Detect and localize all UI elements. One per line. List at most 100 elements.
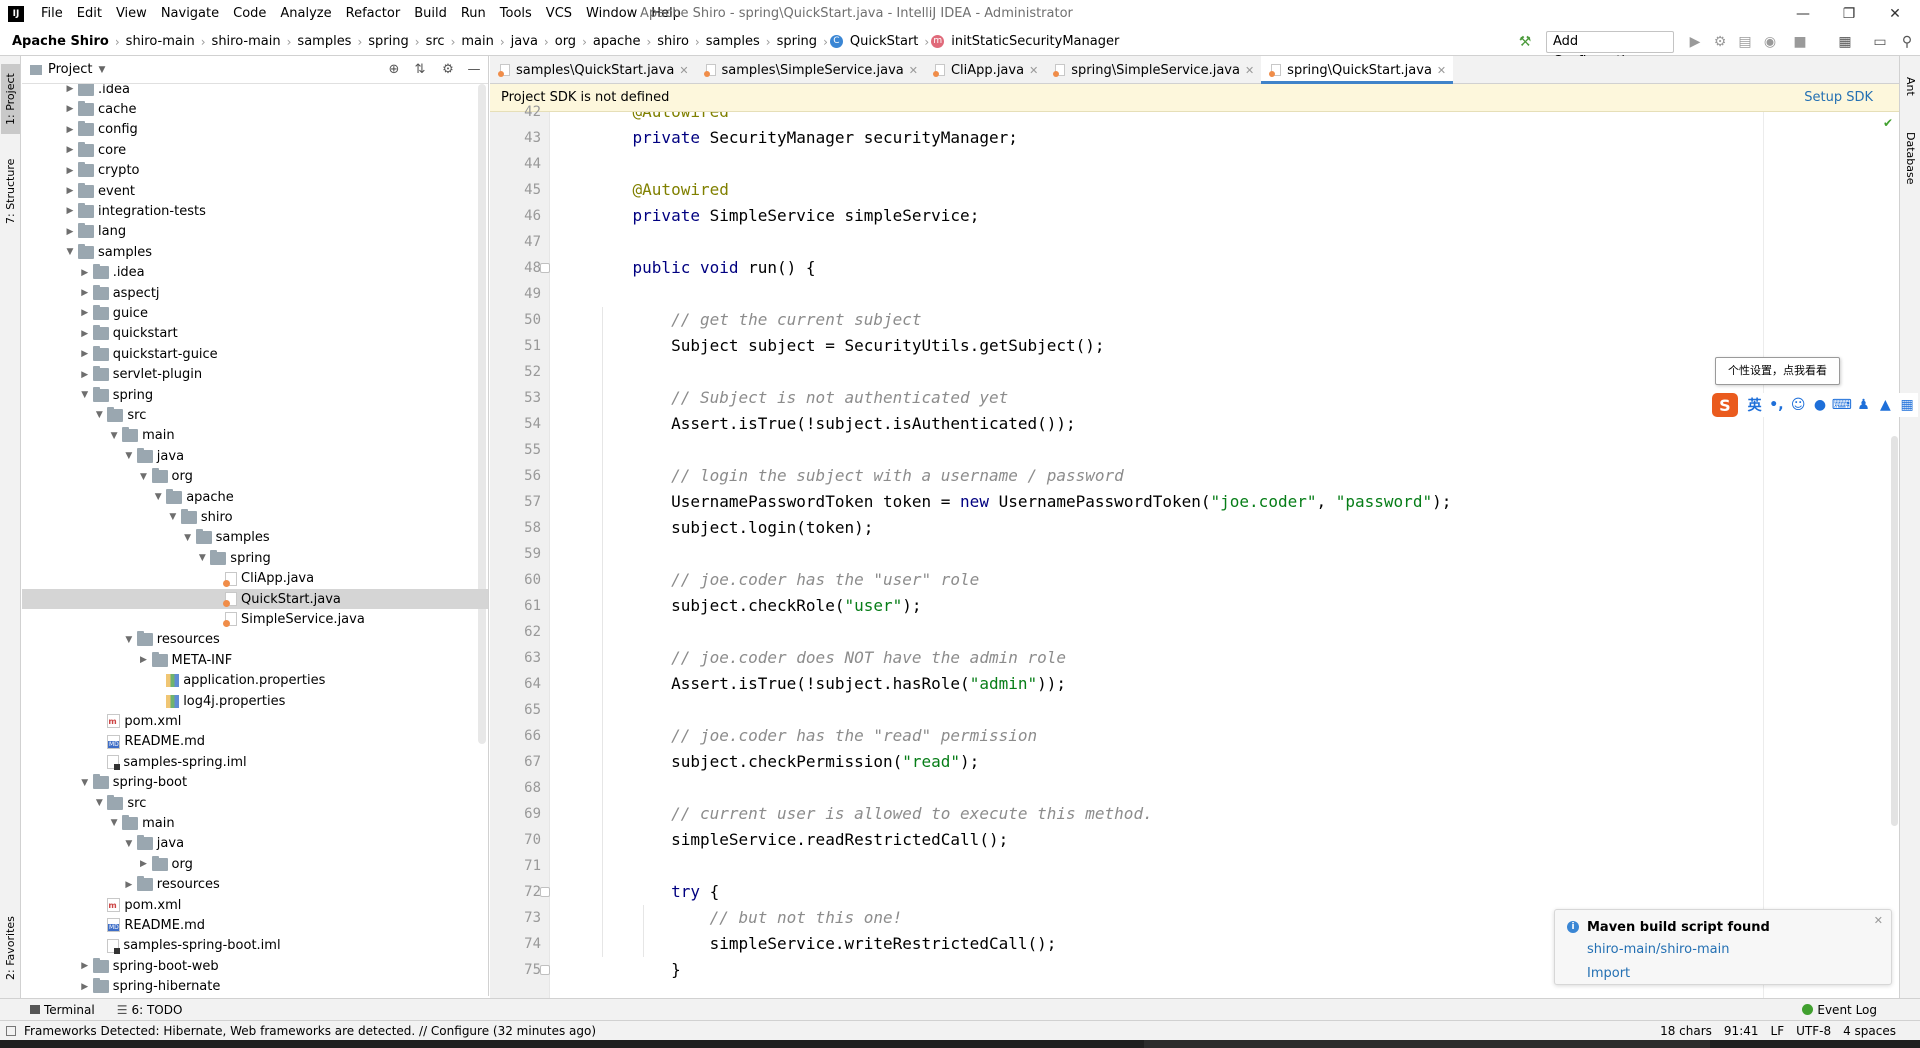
project-panel-title[interactable]: Project [48,62,92,77]
stop-icon[interactable]: ■ [1790,32,1810,52]
code-line[interactable]: subject.checkPermission("read"); [594,749,1894,775]
chevron-down-icon[interactable]: ▼ [121,451,137,461]
microphone-icon[interactable]: ● [1809,397,1831,413]
chevron-down-icon[interactable]: ▼ [165,512,181,522]
code-line[interactable]: // joe.coder has the "user" role [594,567,1894,593]
chevron-down-icon[interactable]: ▼ [106,818,122,828]
tree-item[interactable]: ▼ src [22,793,488,813]
tree-item[interactable]: ▼ resources [22,630,488,650]
tree-item[interactable]: ▶ .idea [22,263,488,283]
breadcrumb-item[interactable]: initStaticSecurityManager [947,34,1123,49]
line-separator[interactable]: LF [1771,1024,1785,1038]
code-line[interactable] [594,853,1894,879]
maximize-button[interactable]: ❐ [1826,0,1872,28]
tab-ant[interactable]: Ant [1902,66,1919,106]
run-icon[interactable]: ▶ [1685,32,1705,52]
tree-item[interactable]: pom.xml [22,711,488,731]
editor-tab[interactable]: samples\SimpleService.java ✕ [696,56,925,84]
chevron-right-icon[interactable]: ▶ [77,268,93,278]
chevron-right-icon[interactable]: ▶ [136,655,152,665]
grid-menu-icon[interactable]: ▦ [1896,397,1918,413]
tree-item[interactable]: ▼ main [22,813,488,833]
chevron-down-icon[interactable]: ▼ [136,472,152,482]
menu-refactor[interactable]: Refactor [339,0,408,28]
tree-item[interactable]: ▼ java [22,834,488,854]
close-window-button[interactable]: ✕ [1872,0,1918,28]
breadcrumb-item[interactable]: main [457,34,497,49]
chevron-down-icon[interactable]: ▼ [98,65,105,75]
editor-scrollbar[interactable] [1891,436,1898,826]
tree-item[interactable]: ▶ servlet-plugin [22,365,488,385]
close-icon[interactable]: ✕ [1874,914,1883,927]
breadcrumb-item[interactable]: java [507,34,542,49]
tab-database[interactable]: Database [1902,121,1919,196]
menu-edit[interactable]: Edit [70,0,109,28]
menu-vcs[interactable]: VCS [539,0,579,28]
chevron-right-icon[interactable]: ▶ [77,329,93,339]
breadcrumb-item[interactable]: samples [702,34,764,49]
tree-item[interactable]: ▶ cache [22,99,488,119]
profile-icon[interactable]: ◉ [1760,32,1780,52]
chevron-down-icon[interactable]: ▼ [77,778,93,788]
menu-analyze[interactable]: Analyze [273,0,338,28]
tab-event-log[interactable]: Event Log [1817,1003,1877,1017]
breadcrumb-item[interactable]: shiro-main [122,34,199,49]
toggle-view-icon[interactable]: ▭ [1870,32,1890,52]
tree-item[interactable]: ▼ samples [22,528,488,548]
tree-item[interactable]: ▶ spring-hibernate [22,977,488,996]
coverage-icon[interactable]: ▤ [1735,32,1755,52]
skin-icon[interactable]: ▲ [1874,397,1896,413]
breadcrumb-item[interactable]: src [422,34,449,49]
fold-marker-icon[interactable] [540,263,550,273]
close-tab-icon[interactable]: ✕ [1029,64,1038,77]
code-line[interactable] [594,619,1894,645]
menu-window[interactable]: Window [579,0,644,28]
tree-item[interactable]: ▼ java [22,446,488,466]
tree-item[interactable]: ▼ samples [22,242,488,262]
tree-item[interactable]: log4j.properties [22,691,488,711]
close-tab-icon[interactable]: ✕ [1245,64,1254,77]
code-line[interactable] [594,437,1894,463]
code-line[interactable]: // get the current subject [594,307,1894,333]
code-line[interactable] [594,541,1894,567]
breadcrumb-item[interactable]: spring [364,34,412,49]
chevron-right-icon[interactable]: ▶ [77,961,93,971]
tree-item[interactable]: ▶ integration-tests [22,201,488,221]
menu-file[interactable]: File [34,0,70,28]
close-tab-icon[interactable]: ✕ [909,64,918,77]
caret-position[interactable]: 91:41 [1724,1024,1759,1038]
tab-structure[interactable]: 7: Structure [1,151,20,231]
keyboard-icon[interactable]: ⌨ [1831,397,1853,413]
breadcrumb-item[interactable]: QuickStart [846,34,923,49]
close-tab-icon[interactable]: ✕ [679,64,688,77]
file-encoding[interactable]: UTF-8 [1796,1024,1831,1038]
chevron-down-icon[interactable]: ▼ [91,798,107,808]
collapse-all-icon[interactable]: ⇅ [410,60,430,80]
selection-chars[interactable]: 18 chars [1660,1024,1712,1038]
project-structure-icon[interactable]: ▦ [1835,32,1855,52]
code-line[interactable]: UsernamePasswordToken token = new Userna… [594,489,1894,515]
menu-navigate[interactable]: Navigate [154,0,226,28]
tree-item[interactable]: ▼ apache [22,487,488,507]
tree-item[interactable]: ▶ org [22,854,488,874]
notification-project-link[interactable]: shiro-main/shiro-main [1587,942,1729,957]
tab-project[interactable]: 1: Project [1,64,20,134]
search-icon[interactable]: ⚲ [1897,32,1917,52]
code-line[interactable]: Subject subject = SecurityUtils.getSubje… [594,333,1894,359]
code-line[interactable]: try { [594,879,1894,905]
tree-item[interactable]: ▶ spring-boot-web [22,956,488,976]
tree-item[interactable]: ▶ guice [22,303,488,323]
code-line[interactable]: Assert.isTrue(!subject.isAuthenticated()… [594,411,1894,437]
tab-favorites[interactable]: 2: Favorites [1,906,20,991]
chevron-right-icon[interactable]: ▶ [62,84,78,94]
chevron-down-icon[interactable]: ▼ [121,635,137,645]
tree-item[interactable]: ▶ META-INF [22,650,488,670]
code-line[interactable]: // joe.coder does NOT have the admin rol… [594,645,1894,671]
tree-item[interactable]: ▼ shiro [22,507,488,527]
breadcrumb-item[interactable]: apache [589,34,645,49]
code-line[interactable]: private SimpleService simpleService; [594,203,1894,229]
tree-item[interactable]: samples-spring-boot.iml [22,936,488,956]
code-line[interactable]: subject.login(token); [594,515,1894,541]
chevron-right-icon[interactable]: ▶ [62,227,78,237]
chevron-right-icon[interactable]: ▶ [77,370,93,380]
